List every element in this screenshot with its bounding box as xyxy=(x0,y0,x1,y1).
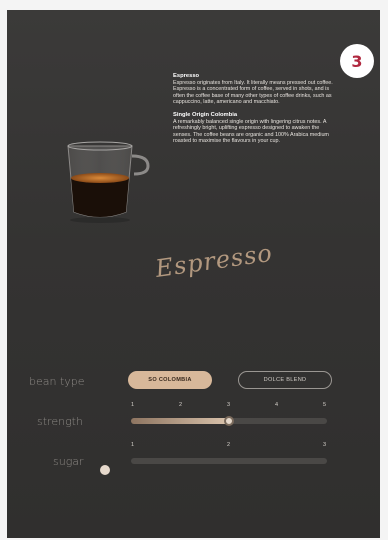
product-panel: 3 Espresso Espresso originates from Ital… xyxy=(7,10,380,538)
strength-tick-5: 5 xyxy=(323,402,327,408)
espresso-heading: Espresso xyxy=(173,73,200,79)
strength-tick-4: 4 xyxy=(275,402,279,408)
strength-tick-1: 1 xyxy=(131,402,135,408)
origin-heading: Single Origin Colombia xyxy=(173,111,238,118)
espresso-text: Espresso originates from Italy. It liter… xyxy=(173,79,333,106)
sugar-tick-1: 1 xyxy=(131,442,135,448)
sugar-slider[interactable] xyxy=(131,458,327,464)
drink-script-title: Espresso xyxy=(153,238,275,283)
origin-text: A remarkably balanced single origin with… xyxy=(173,118,329,145)
strength-tick-2: 2 xyxy=(179,402,183,408)
sugar-tick-2: 2 xyxy=(227,442,231,448)
strength-label: strength xyxy=(37,415,83,428)
bean-type-label: bean type xyxy=(29,375,85,388)
step-badge: 3 xyxy=(340,44,374,78)
strength-tick-3: 3 xyxy=(227,402,231,408)
strength-slider-handle[interactable] xyxy=(224,416,234,426)
sugar-label: sugar xyxy=(53,455,84,468)
step-number: 3 xyxy=(351,51,363,71)
sugar-cube-icon xyxy=(100,465,110,475)
bean-option-so-colombia[interactable]: SO COLOMBIA xyxy=(128,371,212,389)
bean-option-dolce-blend[interactable]: DOLCE BLEND xyxy=(238,371,332,389)
sugar-tick-3: 3 xyxy=(323,442,327,448)
espresso-cup-icon xyxy=(67,141,150,223)
strength-slider-fill xyxy=(131,418,229,424)
coffee-description: Espresso Espresso originates from Italy.… xyxy=(173,73,335,151)
